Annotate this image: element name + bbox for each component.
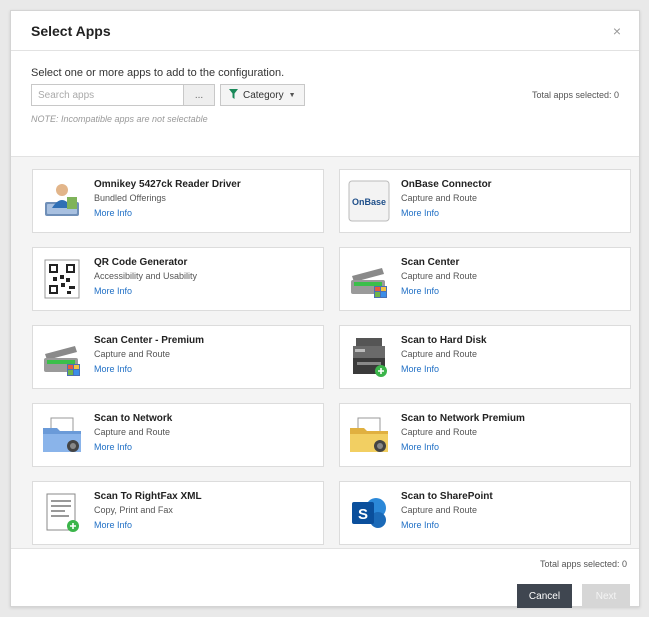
total-selected-bottom: Total apps selected: 0 [539,559,627,569]
sharepoint-logo-text: S [358,506,368,523]
more-info-link[interactable]: More Info [94,442,132,452]
funnel-icon [229,88,238,102]
app-card-scan-to-hard-disk[interactable]: Scan to Hard Disk Capture and Route More… [339,325,631,389]
more-info-link[interactable]: More Info [401,208,439,218]
more-info-link[interactable]: More Info [94,364,132,374]
next-button[interactable]: Next [582,584,630,608]
app-name: Scan to Network Premium [401,413,525,424]
app-card-omnikey[interactable]: Omnikey 5427ck Reader Driver Bundled Off… [32,169,324,233]
app-card-qr-code[interactable]: QR Code Generator Accessibility and Usab… [32,247,324,311]
printer-disk-icon [348,336,390,378]
app-name: Omnikey 5427ck Reader Driver [94,179,241,190]
app-category: Accessibility and Usability [94,271,198,281]
onbase-logo-text: OnBase [352,197,386,207]
category-label: Category [243,89,284,101]
app-card-scan-center[interactable]: Scan Center Capture and Route More Info [339,247,631,311]
app-card-scan-to-rightfax[interactable]: Scan To RightFax XML Copy, Print and Fax… [32,481,324,545]
search-input[interactable] [31,84,183,106]
dialog-title: Select Apps [31,22,111,39]
more-info-link[interactable]: More Info [94,520,132,530]
cancel-button[interactable]: Cancel [517,584,572,608]
app-card-scan-to-network[interactable]: Scan to Network Capture and Route More I… [32,403,324,467]
select-apps-dialog: Select Apps × Select one or more apps to… [10,10,640,608]
category-filter-button[interactable]: Category ▼ [220,84,305,106]
app-card-onbase[interactable]: OnBase OnBase Connector Capture and Rout… [339,169,631,233]
app-name: Scan Center [401,257,460,268]
app-card-scan-to-network-premium[interactable]: Scan to Network Premium Capture and Rout… [339,403,631,467]
app-card-scan-center-premium[interactable]: Scan Center - Premium Capture and Route … [32,325,324,389]
search-button[interactable]: ... [183,84,215,106]
onbase-logo-icon: OnBase [348,180,390,222]
incompatible-note: NOTE: Incompatible apps are not selectab… [31,114,208,124]
app-name: Scan to Network [94,413,173,424]
app-name: QR Code Generator [94,257,188,268]
network-folder-premium-icon [348,414,390,456]
more-info-link[interactable]: More Info [94,286,132,296]
app-name: Scan to Hard Disk [401,335,487,346]
dialog-controls: Select one or more apps to add to the co… [11,51,639,124]
caret-down-icon: ▼ [288,91,296,99]
fax-document-icon [41,492,83,534]
app-category: Capture and Route [94,427,171,437]
app-name: Scan to SharePoint [401,491,493,502]
app-name: Scan To RightFax XML [94,491,202,502]
toolbar: ... Category ▼ Total apps selected: 0 [31,84,619,106]
app-category: Bundled Offerings [94,193,166,203]
network-folder-icon [41,414,83,456]
more-info-link[interactable]: More Info [401,442,439,452]
app-category: Capture and Route [401,505,478,515]
instruction-text: Select one or more apps to add to the co… [31,67,285,79]
more-info-link[interactable]: More Info [401,364,439,374]
app-category: Capture and Route [401,271,478,281]
app-category: Capture and Route [401,349,478,359]
app-category: Capture and Route [94,349,171,359]
omnikey-reader-icon [41,180,83,222]
apps-grid: Omnikey 5427ck Reader Driver Bundled Off… [11,156,639,549]
sharepoint-icon: S [348,492,390,534]
more-info-link[interactable]: More Info [401,520,439,530]
dialog-header: Select Apps × [11,11,639,51]
app-name: OnBase Connector [401,179,492,190]
app-category: Copy, Print and Fax [94,505,173,515]
app-card-scan-to-sharepoint[interactable]: S Scan to SharePoint Capture and Route M… [339,481,631,545]
more-info-link[interactable]: More Info [94,208,132,218]
more-info-link[interactable]: More Info [401,286,439,296]
app-name: Scan Center - Premium [94,335,205,346]
app-category: Capture and Route [401,193,478,203]
app-category: Capture and Route [401,427,478,437]
scanner-icon [41,336,83,378]
total-selected-top: Total apps selected: 0 [531,90,619,100]
qr-code-icon [41,258,83,300]
close-icon[interactable]: × [607,23,627,39]
scanner-icon [348,258,390,300]
